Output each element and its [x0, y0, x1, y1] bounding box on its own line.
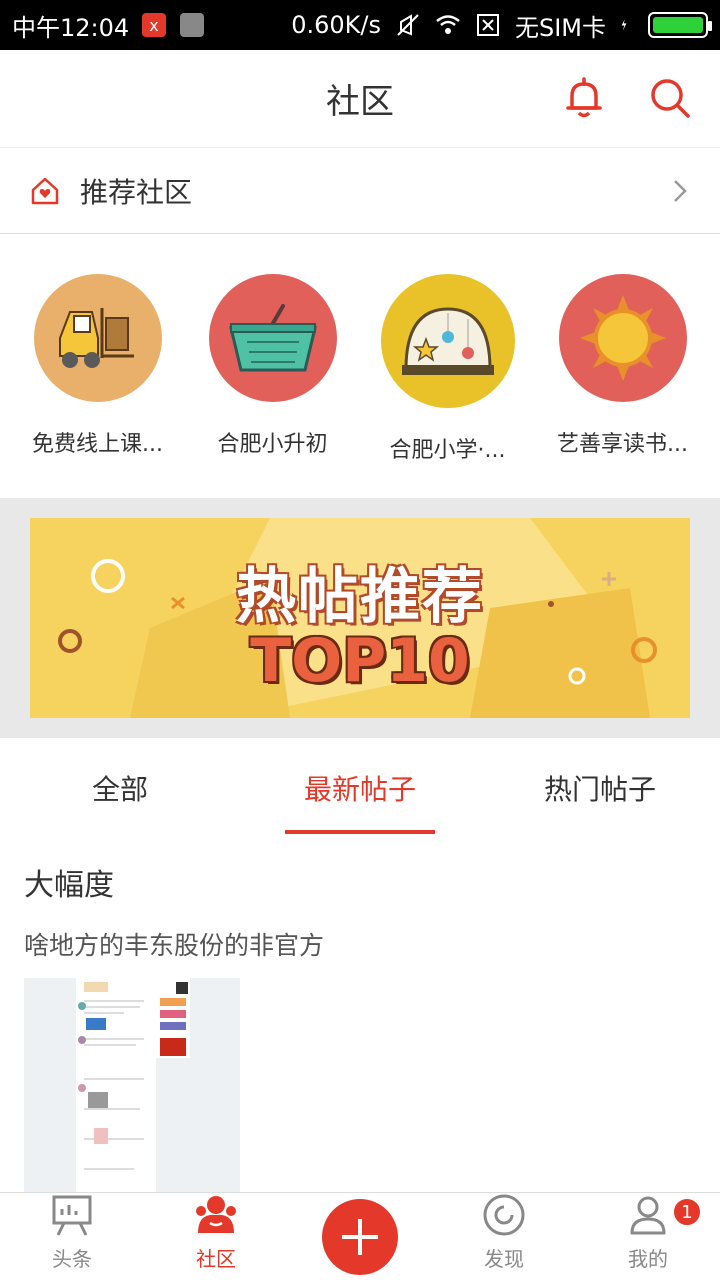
- plus-icon: [342, 1219, 378, 1255]
- community-label: 免费线上课...: [32, 432, 163, 457]
- app-notification-icon-2: [180, 13, 205, 37]
- post-title: 大幅度: [24, 868, 114, 903]
- community-item[interactable]: 艺善享读书...: [538, 274, 708, 498]
- charging-icon: [621, 19, 627, 31]
- banner-subtitle: TOP10: [250, 626, 470, 696]
- bell-icon[interactable]: [562, 76, 606, 120]
- nav-label: 我的: [628, 1247, 668, 1271]
- post-item[interactable]: 大幅度 啥地方的丰东股份的非官方: [24, 860, 696, 1194]
- page-title: 社区: [326, 82, 394, 122]
- add-post-button[interactable]: [322, 1199, 398, 1275]
- community-label: 艺善享读书...: [557, 432, 688, 457]
- nav-community[interactable]: 社区: [144, 1193, 288, 1280]
- community-item[interactable]: 合肥小升初: [188, 274, 358, 498]
- nav-add[interactable]: [288, 1193, 432, 1280]
- community-label: 合肥小升初: [217, 432, 328, 457]
- mute-icon: [397, 14, 419, 36]
- chevron-right-icon: [674, 179, 687, 202]
- status-bar: 中午12:04 x 0.60K/s 无SIM卡: [0, 0, 720, 50]
- notification-badge: 1: [672, 1197, 702, 1227]
- discover-compass-icon: [483, 1194, 525, 1236]
- network-speed: 0.60K/s: [291, 11, 381, 39]
- status-time: 中午12:04: [12, 13, 130, 42]
- tab-latest[interactable]: 最新帖子: [240, 738, 480, 838]
- community-avatar: [380, 274, 515, 408]
- community-avatar: [558, 274, 687, 402]
- search-icon[interactable]: [648, 76, 692, 120]
- community-avatar: [33, 274, 162, 402]
- svg-text:x: x: [149, 16, 158, 35]
- nav-me[interactable]: 我的 1: [576, 1193, 720, 1280]
- basket-icon: [228, 304, 317, 372]
- wifi-icon: [436, 15, 460, 34]
- community-list: 免费线上课... 合肥小升初 合肥小学·... 艺善享读书...: [0, 244, 720, 498]
- community-item[interactable]: 免费线上课...: [13, 274, 183, 498]
- app-header: 社区: [0, 50, 720, 148]
- recommended-communities-label: 推荐社区: [80, 175, 193, 209]
- sim-status: 无SIM卡: [514, 13, 606, 42]
- recommended-communities-row[interactable]: 推荐社区: [0, 148, 720, 234]
- nav-label: 头条: [52, 1247, 92, 1271]
- nav-headlines[interactable]: 头条: [0, 1193, 144, 1280]
- battery-icon: [648, 12, 712, 38]
- screenshot-thumbnail-image: [76, 978, 190, 1194]
- community-label: 合肥小学·...: [389, 438, 506, 463]
- post-body: 啥地方的丰东股份的非官方: [24, 931, 325, 960]
- presentation-board-icon: [52, 1195, 92, 1236]
- post-thumbnail[interactable]: [24, 978, 240, 1194]
- bottom-navigation: 头条 社区 发现 我的 1: [0, 1192, 720, 1280]
- house-heart-icon: [31, 177, 59, 204]
- forklift-icon: [58, 308, 134, 368]
- app-notification-icon: x: [142, 13, 167, 37]
- mobile-toy-icon: [401, 307, 494, 375]
- banner-title: 热帖推荐: [236, 562, 484, 632]
- nav-label: 发现: [484, 1247, 524, 1271]
- community-item[interactable]: 合肥小学·...: [363, 274, 533, 498]
- banner-section: 热帖推荐 TOP10: [0, 498, 720, 738]
- no-sim-icon: [476, 14, 499, 36]
- nav-discover[interactable]: 发现: [432, 1193, 576, 1280]
- community-people-icon: [196, 1196, 236, 1233]
- community-avatar: [208, 274, 337, 402]
- post-tabs: 全部 最新帖子 热门帖子: [0, 738, 720, 838]
- user-icon: [630, 1196, 666, 1235]
- tab-hot[interactable]: 热门帖子: [480, 738, 720, 838]
- tab-all[interactable]: 全部: [0, 738, 240, 838]
- nav-label: 社区: [196, 1247, 236, 1271]
- hot-posts-banner[interactable]: 热帖推荐 TOP10: [30, 518, 690, 718]
- sun-icon: [579, 295, 666, 381]
